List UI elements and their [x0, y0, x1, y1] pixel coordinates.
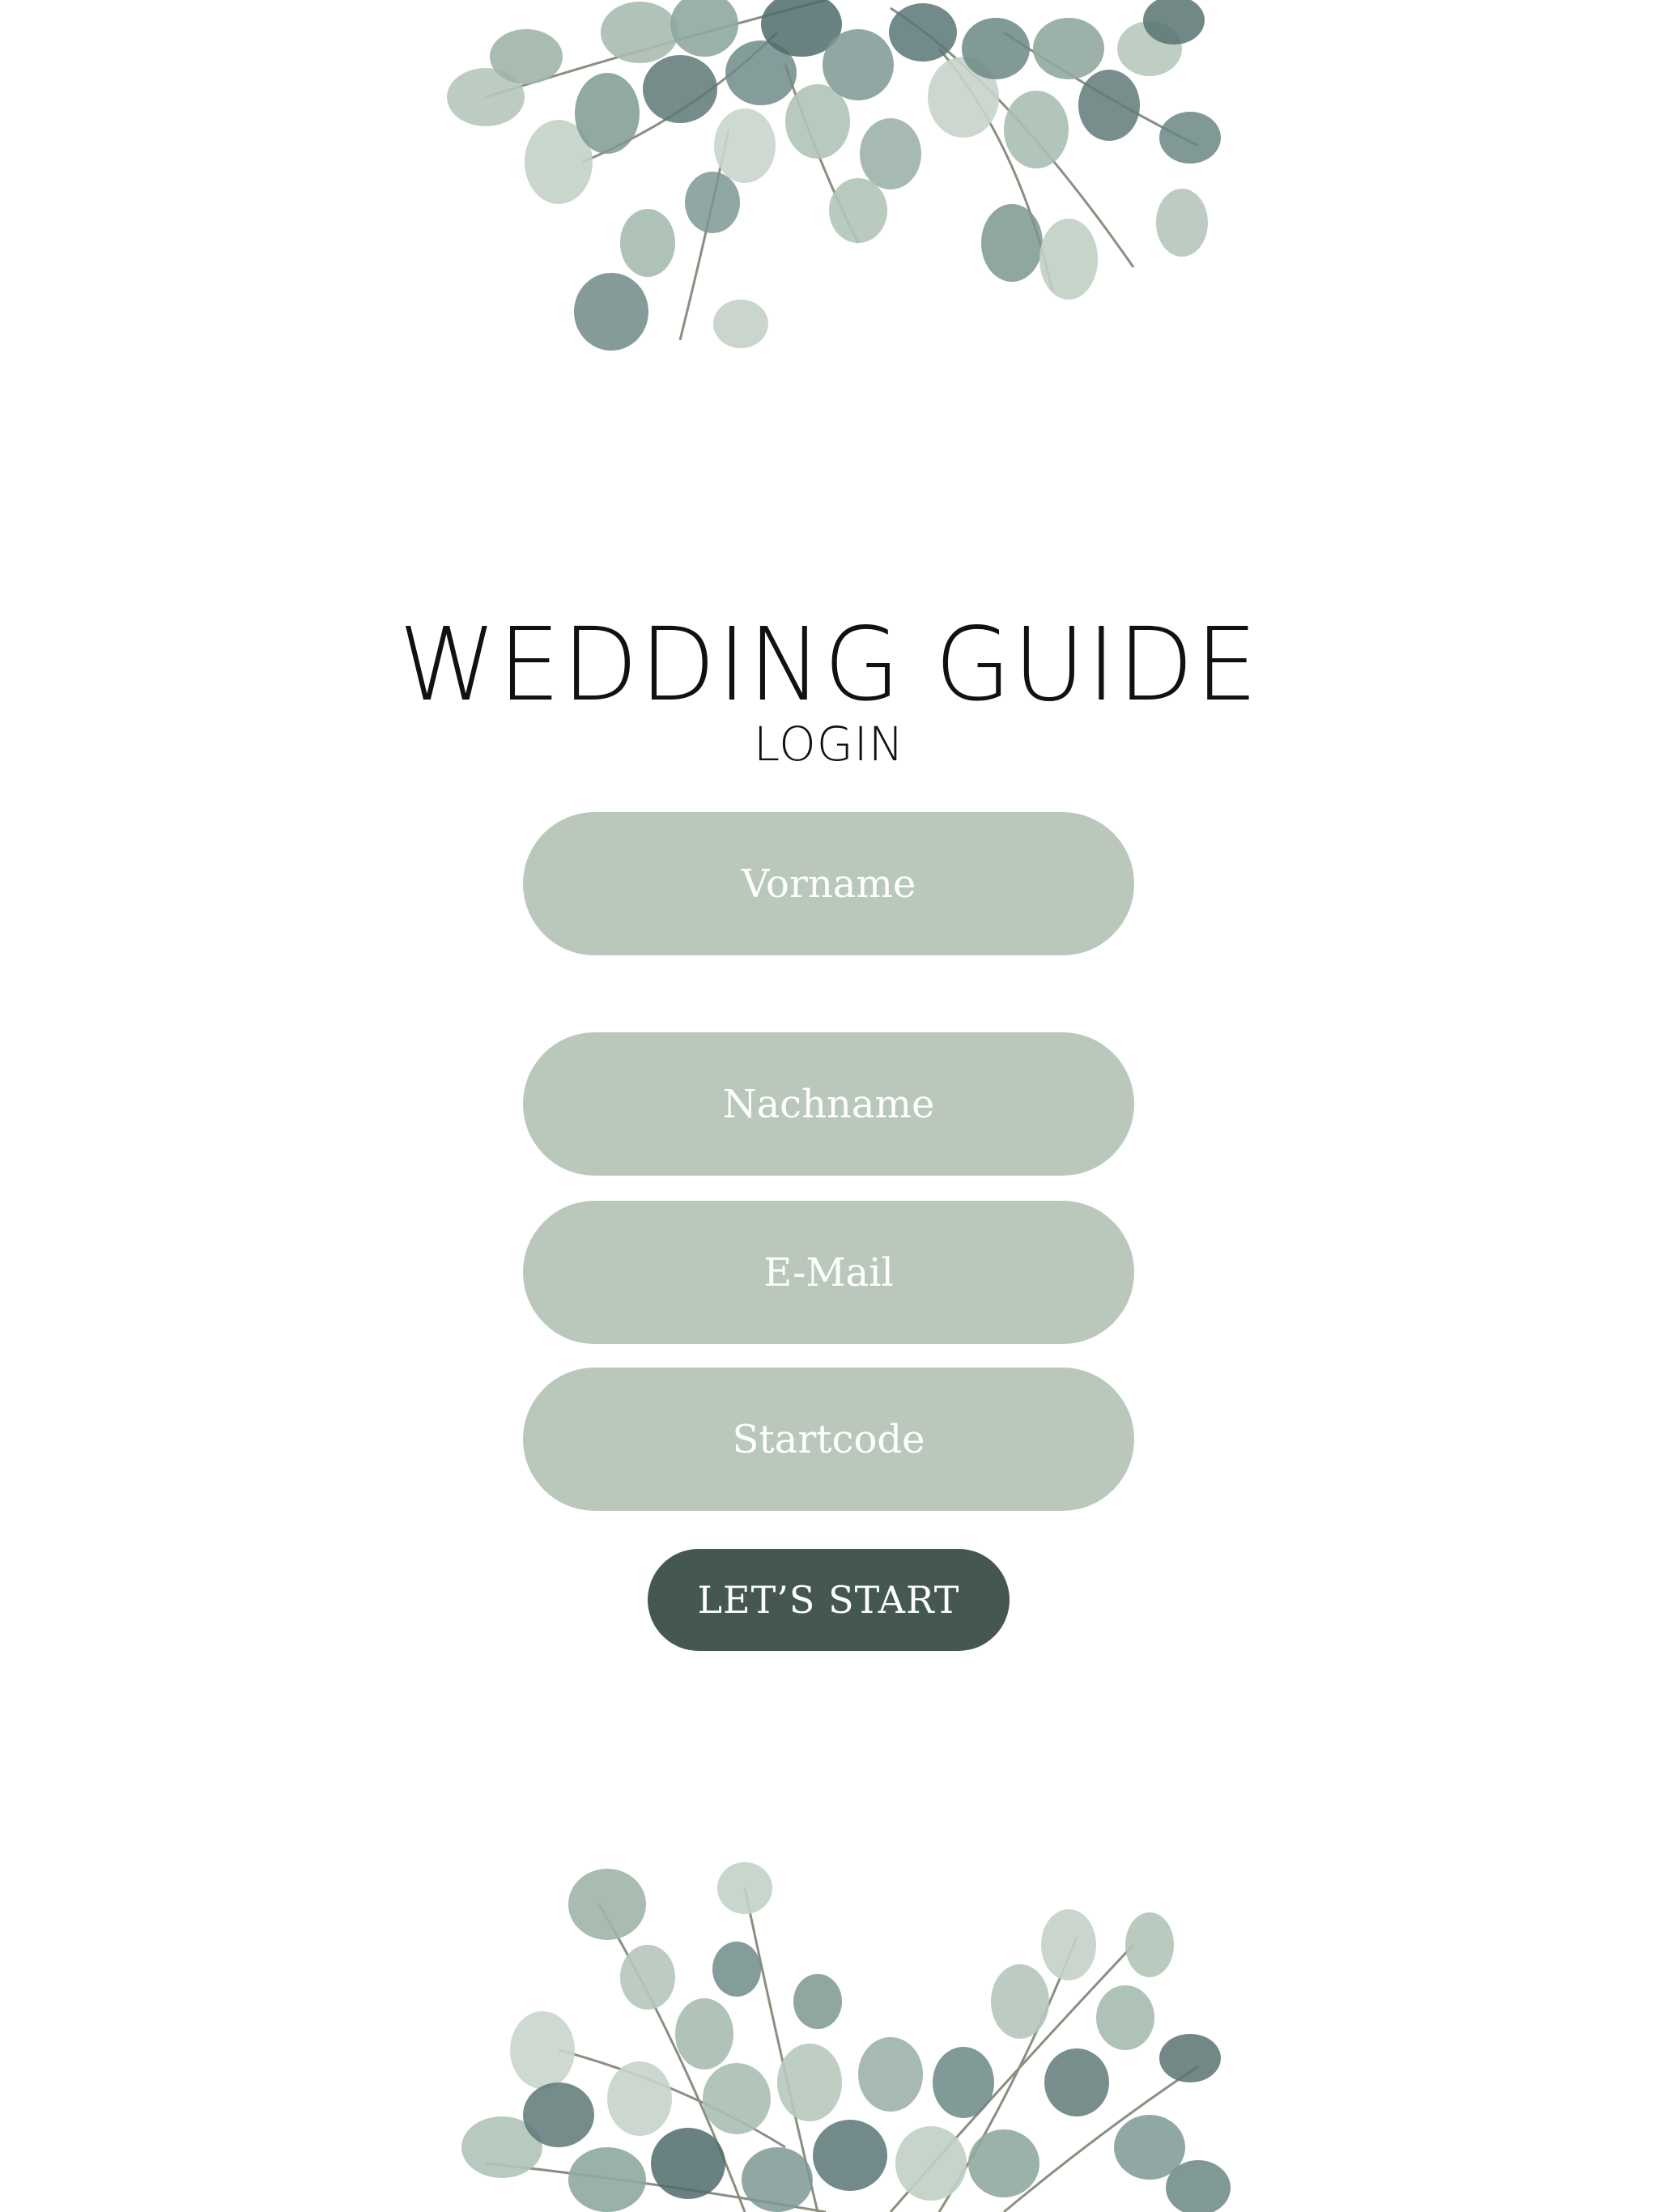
page-title: WEDDING GUIDE — [398, 606, 1260, 724]
eucalyptus-top-decoration — [437, 0, 1231, 372]
email-input[interactable] — [523, 1201, 1134, 1344]
start-code-input[interactable] — [523, 1368, 1134, 1511]
last-name-input[interactable] — [523, 1032, 1134, 1176]
first-name-input[interactable] — [523, 812, 1134, 955]
page-subtitle: LOGIN — [753, 717, 905, 772]
eucalyptus-bottom-decoration — [437, 1840, 1231, 2212]
login-screen: WEDDING GUIDE LOGIN LET’S START — [0, 0, 1658, 2212]
lets-start-button[interactable]: LET’S START — [648, 1549, 1010, 1651]
